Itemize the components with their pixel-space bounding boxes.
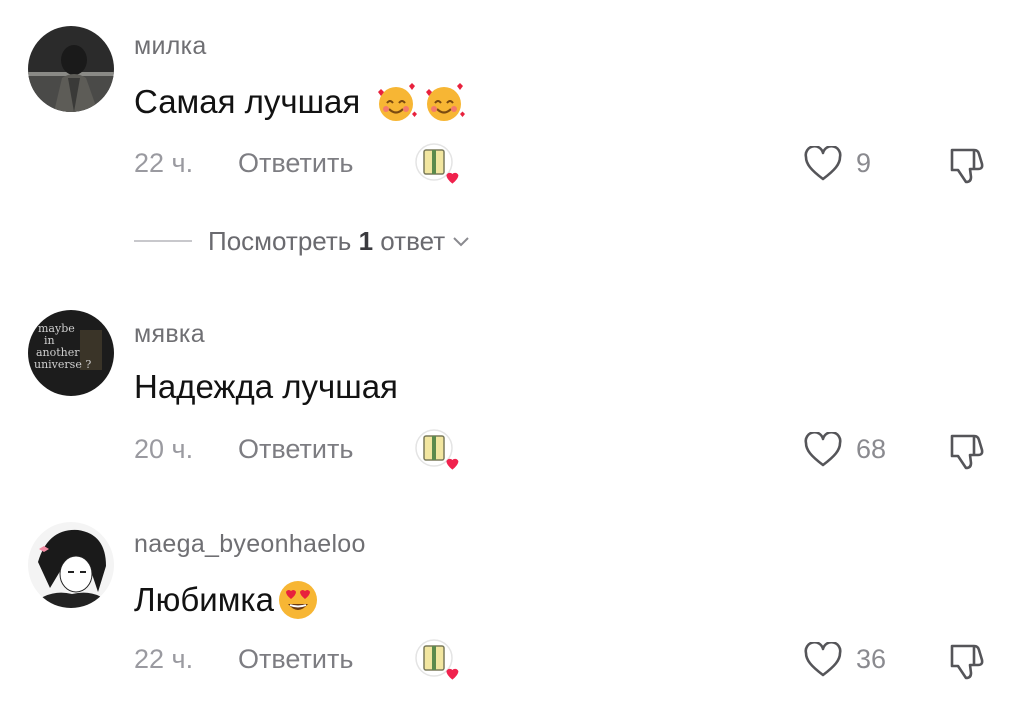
- view-replies-label: Посмотреть 1 ответ: [208, 226, 445, 257]
- comment-time: 22 ч.: [134, 148, 194, 178]
- creator-liked-badge-icon: [415, 429, 459, 470]
- view-replies-button[interactable]: Посмотреть 1 ответ: [134, 224, 471, 258]
- avatar[interactable]: [28, 522, 114, 608]
- comment-actions: 22 ч. Ответить 9: [0, 143, 1024, 186]
- comment-text: Любимка: [134, 578, 320, 622]
- heart-outline-icon[interactable]: [803, 146, 843, 182]
- comment-time: 22 ч.: [134, 644, 194, 674]
- avatar[interactable]: [28, 26, 114, 112]
- comments-panel: милка Самая лучшая 22 ч. Ответить 9 Посм…: [0, 0, 1024, 707]
- heart-outline-icon[interactable]: [803, 432, 843, 468]
- comment-username[interactable]: naega_byeonhaeloo: [134, 530, 366, 559]
- comment-actions: 22 ч. Ответить 36: [0, 639, 1024, 682]
- reply-button[interactable]: Ответить: [238, 434, 353, 465]
- thumbs-down-outline-icon[interactable]: [944, 144, 988, 186]
- like-count: 68: [856, 434, 887, 464]
- creator-liked-badge-icon: [415, 639, 459, 680]
- heart-outline-icon[interactable]: [803, 642, 843, 678]
- avatar[interactable]: maybe in another universe ?: [28, 310, 114, 396]
- comment-time: 20 ч.: [134, 434, 194, 464]
- comment-text: Самая лучшая: [134, 80, 466, 124]
- like-count: 9: [856, 148, 872, 178]
- comment-text: Надежда лучшая: [134, 368, 398, 406]
- view-replies-count: 1: [358, 225, 374, 256]
- avatar-text: universe ?: [34, 358, 91, 371]
- comment-username[interactable]: милка: [134, 32, 207, 61]
- reply-button[interactable]: Ответить: [238, 148, 353, 179]
- like-count: 36: [856, 644, 887, 674]
- view-replies-suffix: ответ: [380, 225, 446, 256]
- smiling-face-with-hearts-icon: [426, 83, 466, 121]
- thumbs-down-outline-icon[interactable]: [944, 640, 988, 682]
- comment-text-content: Любимка: [134, 581, 274, 618]
- comment-username[interactable]: мявка: [134, 320, 205, 349]
- comment-text-content: Надежда лучшая: [134, 368, 398, 405]
- smiling-face-with-hearts-icon: [378, 83, 418, 121]
- creator-liked-badge-icon: [415, 143, 459, 184]
- chevron-down-icon: [453, 237, 469, 247]
- thumbs-down-outline-icon[interactable]: [944, 430, 988, 472]
- heart-eyes-icon: [278, 581, 317, 619]
- divider-line: [134, 240, 192, 242]
- comment-actions: 20 ч. Ответить 68: [0, 429, 1024, 472]
- reply-button[interactable]: Ответить: [238, 644, 353, 675]
- comment-text-content: Самая лучшая: [134, 83, 361, 120]
- view-replies-prefix: Посмотреть: [208, 225, 352, 256]
